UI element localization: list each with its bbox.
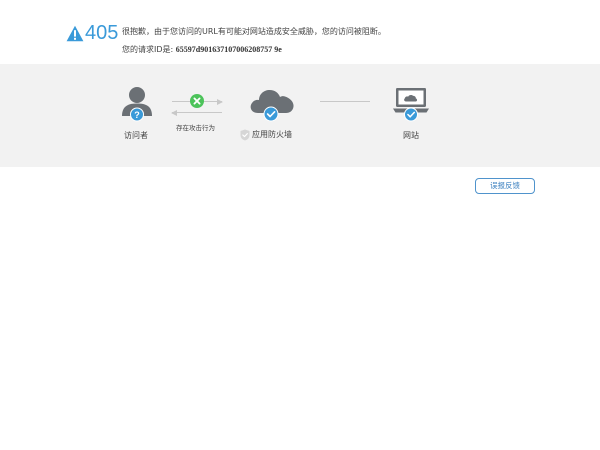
laptop-icon (393, 88, 429, 122)
visitor-icon: ? (122, 87, 152, 122)
blocked-icon (190, 94, 204, 108)
request-id-label: 您的请求ID是: (122, 45, 174, 54)
connector-website (320, 101, 370, 102)
warning-icon (66, 25, 84, 41)
error-header: 405 很抱歉，由于您访问的URL有可能对网站造成安全威胁，您的访问被阻断。 您… (66, 18, 546, 62)
connector-bottom (172, 112, 222, 113)
website-label: 网站 (403, 131, 419, 140)
arrow-right-icon (217, 98, 223, 105)
svg-text:?: ? (134, 110, 140, 120)
visitor-label: 访问者 (124, 131, 148, 140)
error-message: 很抱歉，由于您访问的URL有可能对网站造成安全威胁，您的访问被阻断。 (122, 27, 386, 36)
shield-icon (240, 129, 250, 141)
error-code-group: 405 (66, 22, 118, 44)
error-code: 405 (85, 22, 119, 44)
firewall-label: 应用防火墙 (252, 130, 292, 139)
request-id-value: 65597d901637107006208757 9e (175, 45, 282, 54)
arrow-left-icon (171, 109, 177, 116)
request-id-line: 您的请求ID是: 65597d901637107006208757 9e (122, 44, 282, 55)
cloud-icon (250, 90, 294, 122)
attack-label: 存在攻击行为 (176, 124, 215, 132)
flow-band (0, 64, 600, 167)
false-positive-feedback-button[interactable]: 误报反馈 (475, 178, 535, 194)
